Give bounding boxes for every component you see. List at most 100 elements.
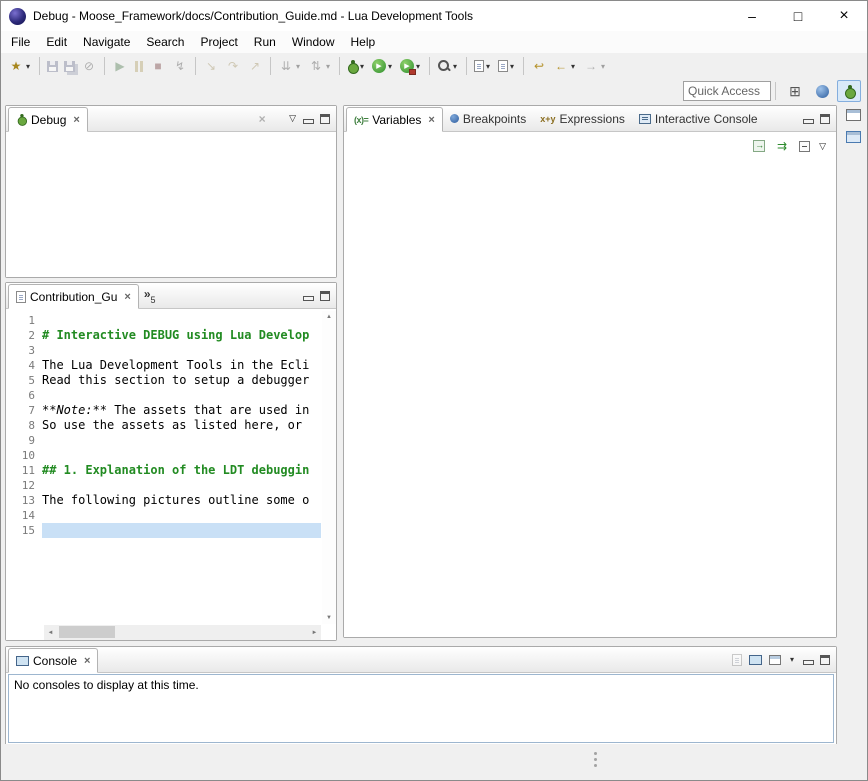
- view-menu-icon[interactable]: ▽: [819, 141, 826, 152]
- window-maximize-button[interactable]: □: [775, 1, 821, 31]
- menu-navigate[interactable]: Navigate: [75, 32, 138, 52]
- terminate-button[interactable]: ■: [148, 55, 168, 77]
- maximize-view-icon[interactable]: [820, 655, 830, 665]
- skip-breakpoints-button[interactable]: ⊘: [79, 55, 99, 77]
- line-text[interactable]: The Lua Development Tools in the Ecli: [42, 358, 321, 373]
- tab-debug[interactable]: Debug ×: [8, 107, 88, 132]
- editor-body[interactable]: 1 2# Interactive DEBUG using Lua Develop…: [6, 310, 336, 640]
- step-into-button[interactable]: ↘: [201, 55, 221, 77]
- minimized-view-restore-icon[interactable]: [846, 109, 861, 121]
- menu-run[interactable]: Run: [246, 32, 284, 52]
- run-button[interactable]: ▶ ▾: [370, 55, 396, 77]
- tab-contribution-guide[interactable]: Contribution_Gu ×: [8, 284, 139, 309]
- window-close-button[interactable]: ×: [821, 1, 867, 31]
- editor-line[interactable]: 1: [6, 313, 321, 328]
- debug-button[interactable]: ▾: [345, 55, 368, 77]
- suspend-button[interactable]: [132, 55, 146, 77]
- line-text[interactable]: [42, 478, 321, 493]
- drop-to-frame-button[interactable]: ⇊ ▾: [276, 55, 304, 77]
- tab-interactive-console[interactable]: Interactive Console: [632, 106, 765, 131]
- menu-edit[interactable]: Edit: [38, 32, 75, 52]
- line-text[interactable]: # Interactive DEBUG using Lua Develop: [42, 328, 321, 343]
- line-text[interactable]: [42, 508, 321, 523]
- sash-gripper-handle[interactable]: [593, 752, 598, 772]
- remove-terminated-icon[interactable]: ×: [254, 111, 270, 127]
- line-text[interactable]: [42, 313, 321, 328]
- scroll-down-icon[interactable]: ▼: [322, 612, 336, 624]
- open-console-icon[interactable]: [769, 655, 781, 665]
- editor-line[interactable]: 4The Lua Development Tools in the Ecli: [6, 358, 321, 373]
- debug-perspective-button[interactable]: [837, 80, 861, 102]
- step-return-button[interactable]: ↗: [245, 55, 265, 77]
- vertical-scrollbar[interactable]: ▲ ▼: [322, 311, 336, 624]
- minimized-view-restore-icon-2[interactable]: [846, 131, 861, 143]
- view-menu-icon[interactable]: ▽: [289, 113, 296, 124]
- line-text[interactable]: [42, 388, 321, 403]
- editor-line[interactable]: 12: [6, 478, 321, 493]
- forward-button[interactable]: → ▾: [581, 55, 609, 77]
- menu-help[interactable]: Help: [343, 32, 384, 52]
- search-button[interactable]: ▾: [435, 55, 461, 77]
- editor-line[interactable]: 6: [6, 388, 321, 403]
- scrollbar-track[interactable]: [57, 625, 308, 640]
- editor-line[interactable]: 7**Note:** The assets that are used in: [6, 403, 321, 418]
- tab-console[interactable]: Console ×: [8, 648, 98, 673]
- editor-line[interactable]: 14: [6, 508, 321, 523]
- open-perspective-button[interactable]: ⊞: [783, 80, 807, 102]
- editor-line[interactable]: 3: [6, 343, 321, 358]
- line-text[interactable]: ## 1. Explanation of the LDT debuggin: [42, 463, 321, 478]
- step-over-button[interactable]: ↷: [223, 55, 243, 77]
- show-type-names-icon[interactable]: [753, 140, 765, 152]
- editor-line[interactable]: 13The following pictures outline some o: [6, 493, 321, 508]
- horizontal-scrollbar[interactable]: ◄ ►: [44, 625, 321, 640]
- window-minimize-button[interactable]: –: [729, 1, 775, 31]
- menu-window[interactable]: Window: [284, 32, 343, 52]
- line-text[interactable]: Read this section to setup a debugger: [42, 373, 321, 388]
- external-tools-button[interactable]: ▶ ▾: [398, 55, 424, 77]
- last-edit-location-button[interactable]: ↩: [529, 55, 549, 77]
- editor-line[interactable]: 11## 1. Explanation of the LDT debuggin: [6, 463, 321, 478]
- editor-line[interactable]: 5Read this section to setup a debugger: [6, 373, 321, 388]
- minimize-view-icon[interactable]: [803, 114, 813, 124]
- menu-project[interactable]: Project: [192, 32, 245, 52]
- line-text[interactable]: [42, 343, 321, 358]
- lua-perspective-button[interactable]: [810, 80, 834, 102]
- scroll-left-icon[interactable]: ◄: [44, 630, 57, 636]
- back-button[interactable]: ← ▾: [551, 55, 579, 77]
- save-button[interactable]: [45, 55, 60, 77]
- tab-close-icon[interactable]: ×: [73, 114, 79, 126]
- line-text[interactable]: **Note:** The assets that are used in: [42, 403, 321, 418]
- minimize-view-icon[interactable]: [303, 291, 313, 301]
- line-text[interactable]: [42, 433, 321, 448]
- quick-access-input[interactable]: [683, 81, 771, 101]
- scrollbar-thumb[interactable]: [59, 626, 115, 638]
- line-text[interactable]: The following pictures outline some o: [42, 493, 321, 508]
- disconnect-button[interactable]: ↯: [170, 55, 190, 77]
- menu-search[interactable]: Search: [138, 32, 192, 52]
- maximize-view-icon[interactable]: [320, 291, 330, 301]
- maximize-view-icon[interactable]: [820, 114, 830, 124]
- open-element-button[interactable]: ▾: [496, 55, 518, 77]
- line-text[interactable]: [42, 448, 321, 463]
- editor-line[interactable]: 8So use the assets as listed here, or: [6, 418, 321, 433]
- scroll-up-icon[interactable]: ▲: [322, 311, 336, 323]
- tab-close-icon[interactable]: ×: [428, 114, 434, 126]
- tab-expressions[interactable]: Expressions: [533, 106, 632, 131]
- editor-line[interactable]: 10: [6, 448, 321, 463]
- editor-line[interactable]: 2# Interactive DEBUG using Lua Develop: [6, 328, 321, 343]
- use-step-filters-button[interactable]: ⇅ ▾: [306, 55, 334, 77]
- save-all-button[interactable]: [62, 55, 77, 77]
- editor-tab-overflow[interactable]: » 5: [139, 286, 161, 308]
- line-text[interactable]: So use the assets as listed here, or: [42, 418, 321, 433]
- tab-variables[interactable]: (x)= Variables ×: [346, 107, 443, 132]
- minimize-view-icon[interactable]: [303, 114, 313, 124]
- show-logical-structures-icon[interactable]: ⇉: [774, 138, 790, 154]
- menu-file[interactable]: File: [3, 32, 38, 52]
- editor-line[interactable]: 15: [6, 523, 321, 538]
- current-line-highlight[interactable]: [42, 523, 321, 538]
- tab-close-icon[interactable]: ×: [84, 655, 90, 667]
- pin-console-icon[interactable]: [732, 654, 742, 666]
- resume-button[interactable]: ▶: [110, 55, 130, 77]
- maximize-view-icon[interactable]: [320, 114, 330, 124]
- editor-lines[interactable]: 1 2# Interactive DEBUG using Lua Develop…: [6, 313, 321, 624]
